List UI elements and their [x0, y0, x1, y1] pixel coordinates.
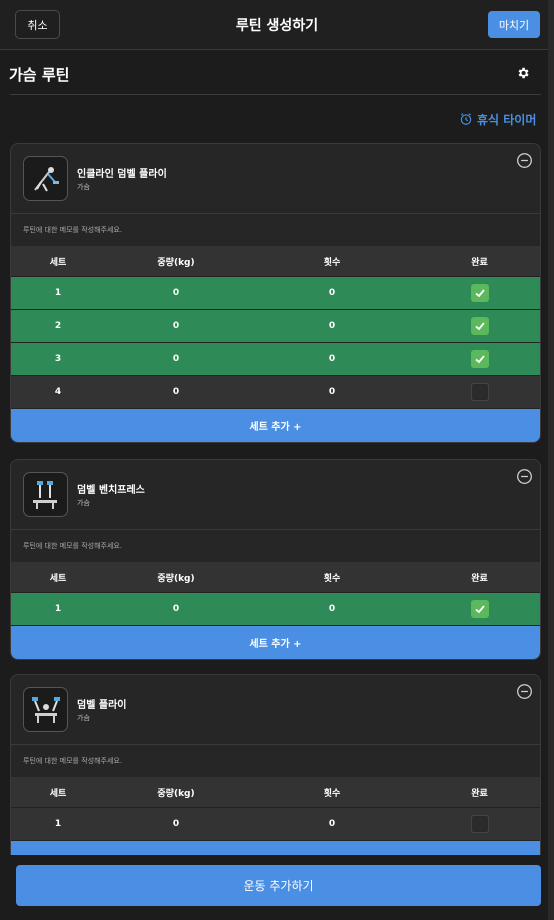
- exercise-card: 인클라인 덤벨 플라이 가슴 루틴에 대한 메모를 작성해주세요. 세트 중량(…: [10, 143, 541, 443]
- weight-input[interactable]: 0: [105, 310, 247, 342]
- col-set-header: 세트: [49, 257, 67, 268]
- col-done-header: 완료: [471, 573, 488, 584]
- reps-input[interactable]: 0: [247, 343, 417, 375]
- exercise-category: 가슴: [77, 183, 90, 191]
- alarm-clock-icon: [460, 113, 472, 125]
- exercise-category: 가슴: [77, 499, 90, 507]
- table-row: 1 0 0: [11, 808, 540, 841]
- col-weight-header: 중량(kg): [157, 788, 195, 799]
- set-number: 2: [54, 321, 62, 331]
- table-header-row: 세트 중량(kg) 횟수 완료: [11, 777, 540, 808]
- exercise-name: 덤벨 벤치프레스: [77, 485, 145, 496]
- memo-field[interactable]: 루틴에 대한 메모를 작성해주세요.: [11, 214, 540, 246]
- finish-button[interactable]: 마치기: [488, 11, 540, 38]
- table-row: 2 0 0: [11, 310, 540, 343]
- set-table: 세트 중량(kg) 횟수 완료 1 0 0 2 0 0 3 0 0 4 0 0: [11, 246, 540, 409]
- set-number: 3: [54, 354, 62, 364]
- table-header-row: 세트 중량(kg) 횟수 완료: [11, 562, 540, 593]
- set-number: 1: [54, 288, 62, 298]
- dumbbell-fly-figure-icon: [31, 696, 60, 723]
- add-exercise-button[interactable]: 운동 추가하기: [16, 865, 541, 906]
- weight-input[interactable]: 0: [105, 808, 247, 840]
- reps-input[interactable]: 0: [247, 808, 417, 840]
- memo-field[interactable]: 루틴에 대한 메모를 작성해주세요.: [11, 745, 540, 777]
- checkmark-icon: [474, 605, 485, 614]
- done-checkbox[interactable]: [470, 815, 489, 833]
- col-reps-header: 횟수: [323, 573, 341, 584]
- done-checkbox[interactable]: [470, 383, 489, 401]
- remove-circle-icon[interactable]: [516, 152, 533, 169]
- reps-input[interactable]: 0: [247, 277, 417, 309]
- cancel-button[interactable]: 취소: [15, 10, 60, 39]
- weight-input[interactable]: 0: [105, 277, 247, 309]
- col-done-header: 완료: [471, 788, 488, 799]
- weight-input[interactable]: 0: [105, 343, 247, 375]
- done-checkbox[interactable]: [470, 350, 489, 368]
- reps-input[interactable]: 0: [247, 376, 417, 408]
- set-number: 1: [54, 604, 62, 614]
- set-number: 1: [54, 819, 62, 829]
- col-set-header: 세트: [49, 573, 67, 584]
- exercise-thumbnail: [23, 687, 68, 732]
- checkmark-icon: [474, 289, 485, 298]
- col-set-header: 세트: [49, 788, 67, 799]
- table-row: 1 0 0: [11, 593, 540, 626]
- exercise-name: 인클라인 덤벨 플라이: [77, 169, 167, 180]
- page-title: 루틴 생성하기: [235, 18, 319, 34]
- rest-timer-label: 휴식 타이머: [477, 112, 537, 127]
- bench-press-figure-icon: [32, 480, 57, 509]
- remove-circle-icon[interactable]: [516, 468, 533, 485]
- weight-input[interactable]: 0: [105, 593, 247, 625]
- exercise-card: 덤벨 벤치프레스 가슴 루틴에 대한 메모를 작성해주세요. 세트 중량(kg)…: [10, 459, 541, 660]
- exercise-thumbnail: [23, 472, 68, 517]
- top-bar: 취소 루틴 생성하기 마치기: [0, 0, 554, 50]
- gear-icon[interactable]: [516, 66, 530, 80]
- exercise-name: 덤벨 플라이: [77, 700, 127, 711]
- table-row: 4 0 0: [11, 376, 540, 409]
- memo-field[interactable]: 루틴에 대한 메모를 작성해주세요.: [11, 530, 540, 562]
- routine-title: 가슴 루틴: [9, 66, 70, 84]
- set-number: 4: [54, 387, 62, 397]
- done-checkbox[interactable]: [470, 284, 489, 302]
- rest-timer-button[interactable]: 휴식 타이머: [459, 110, 536, 128]
- col-reps-header: 횟수: [323, 788, 341, 799]
- add-set-button[interactable]: 세트 추가 +: [11, 626, 540, 659]
- reps-input[interactable]: 0: [247, 310, 417, 342]
- done-checkbox[interactable]: [470, 600, 489, 618]
- divider: [10, 94, 541, 95]
- table-header-row: 세트 중량(kg) 횟수 완료: [11, 246, 540, 277]
- table-row: 3 0 0: [11, 343, 540, 376]
- add-set-button[interactable]: 세트 추가 +: [11, 409, 540, 442]
- set-table: 세트 중량(kg) 횟수 완료 1 0 0: [11, 777, 540, 841]
- weight-input[interactable]: 0: [105, 376, 247, 408]
- scrollbar[interactable]: [548, 0, 554, 920]
- col-reps-header: 횟수: [323, 257, 341, 268]
- remove-circle-icon[interactable]: [516, 683, 533, 700]
- incline-fly-figure-icon: [33, 166, 59, 191]
- done-checkbox[interactable]: [470, 317, 489, 335]
- col-weight-header: 중량(kg): [157, 257, 195, 268]
- checkmark-icon: [474, 322, 485, 331]
- col-done-header: 완료: [471, 257, 488, 268]
- table-row: 1 0 0: [11, 277, 540, 310]
- exercise-card: 덤벨 플라이 가슴 루틴에 대한 메모를 작성해주세요. 세트 중량(kg) 횟…: [10, 674, 541, 864]
- checkmark-icon: [474, 355, 485, 364]
- exercise-thumbnail: [23, 156, 68, 201]
- exercise-category: 가슴: [77, 714, 90, 722]
- reps-input[interactable]: 0: [247, 593, 417, 625]
- col-weight-header: 중량(kg): [157, 573, 195, 584]
- set-table: 세트 중량(kg) 횟수 완료 1 0 0: [11, 562, 540, 626]
